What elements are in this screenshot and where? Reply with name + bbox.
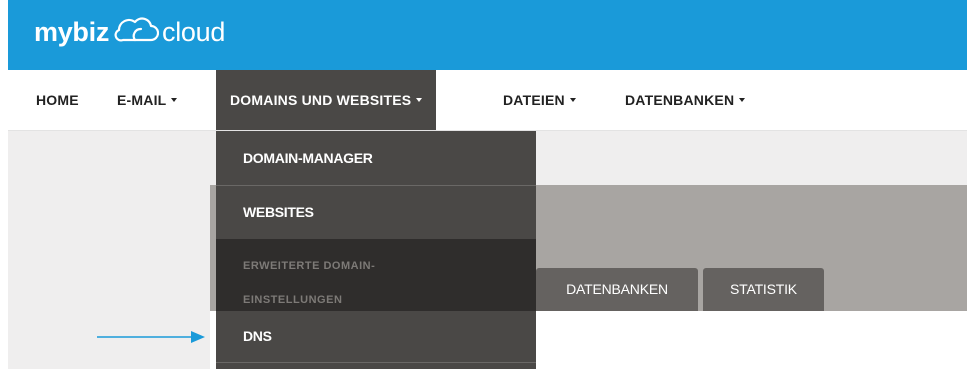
domains-dropdown-menu: DOMAIN-MANAGER WEBSITES ERWEITERTE DOMAI… (216, 131, 536, 369)
tab-databases-label: DATENBANKEN (566, 281, 668, 297)
menu-item-dns-label: DNS (243, 328, 272, 344)
menu-item-dns[interactable]: DNS (216, 311, 536, 362)
arrow-right-icon (97, 329, 205, 350)
nav-email[interactable]: E-MAIL (117, 70, 178, 130)
brand-logo[interactable]: mybiz cloud (34, 10, 225, 54)
nav-databases[interactable]: DATENBANKEN (625, 70, 746, 130)
menu-item-websites[interactable]: WEBSITES (216, 186, 536, 239)
nav-files[interactable]: DATEIEN (503, 70, 576, 130)
page: mybiz cloud HOME E-MAIL DOMAINS UND WEBS… (0, 0, 967, 369)
nav-domains-websites[interactable]: DOMAINS UND WEBSITES (216, 70, 437, 130)
menu-section-heading-line1: ERWEITERTE DOMAIN- (243, 260, 376, 272)
tab-statistics[interactable]: STATISTIK (703, 268, 824, 311)
nav-home-label: HOME (36, 92, 79, 108)
chevron-down-icon (416, 98, 423, 103)
nav-databases-label: DATENBANKEN (625, 92, 735, 108)
nav-domains-label: DOMAINS UND WEBSITES (230, 92, 412, 108)
tab-databases[interactable]: DATENBANKEN (536, 268, 698, 311)
tab-statistics-label: STATISTIK (730, 281, 797, 297)
menu-item-domain-manager-label: DOMAIN-MANAGER (243, 150, 373, 166)
chevron-down-icon (569, 98, 576, 103)
chevron-down-icon (739, 98, 746, 103)
brand-header: mybiz cloud (8, 0, 967, 70)
menu-divider (216, 362, 536, 363)
brand-name-light: cloud (162, 16, 226, 47)
menu-section-heading: ERWEITERTE DOMAIN- EINSTELLUNGEN (243, 249, 503, 317)
nav-email-label: E-MAIL (117, 92, 167, 108)
nav-home[interactable]: HOME (36, 70, 79, 130)
nav-files-label: DATEIEN (503, 92, 565, 108)
main-nav: HOME E-MAIL DOMAINS UND WEBSITES DATEIEN… (8, 70, 967, 131)
chevron-down-icon (171, 98, 178, 103)
brand-name-bold: mybiz (34, 16, 110, 47)
menu-item-websites-label: WEBSITES (243, 204, 314, 220)
cloud-icon (113, 14, 160, 51)
menu-section-advanced-domain-settings: ERWEITERTE DOMAIN- EINSTELLUNGEN (216, 239, 536, 311)
menu-item-domain-manager[interactable]: DOMAIN-MANAGER (216, 131, 536, 185)
